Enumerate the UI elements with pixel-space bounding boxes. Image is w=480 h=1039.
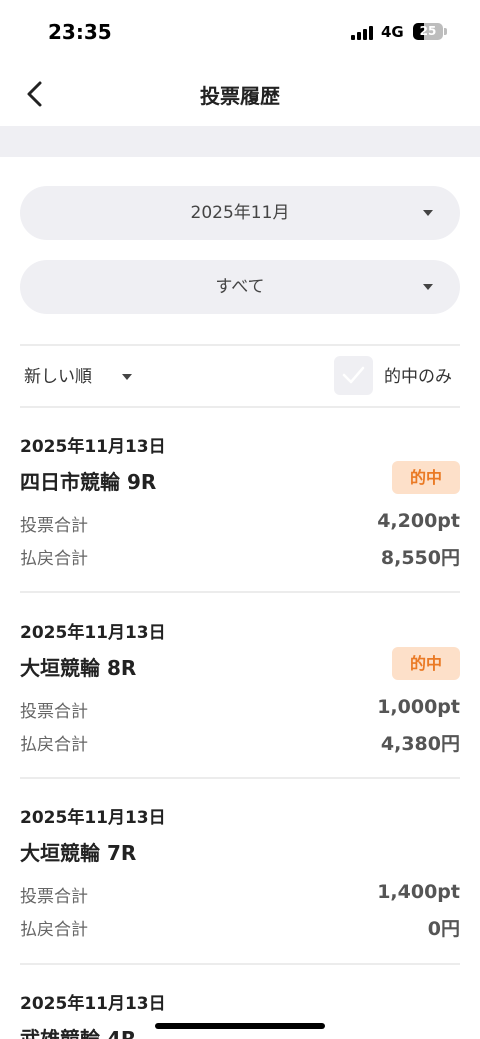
hit-only-label: 的中のみ (384, 367, 452, 387)
bet-total-label: 投票合計 (20, 516, 88, 536)
bet-total-label: 投票合計 (20, 887, 88, 907)
payout-total-label: 払戻合計 (20, 735, 88, 755)
card-date: 2025年11月13日 (20, 994, 166, 1014)
divider (20, 406, 460, 408)
payout-total-label: 払戻合計 (20, 549, 88, 569)
bet-total-value: 4,200pt (377, 510, 460, 532)
hit-badge: 的中 (392, 461, 460, 494)
history-card[interactable]: 2025年11月13日 武雄競輪 4R (20, 989, 460, 1039)
status-bar: 23:35 4G 25 (0, 0, 480, 62)
hit-only-checkbox[interactable] (334, 356, 373, 395)
card-date: 2025年11月13日 (20, 437, 166, 457)
divider (20, 777, 460, 779)
divider (20, 591, 460, 593)
history-card[interactable]: 2025年11月13日 大垣競輪 8R 的中 投票合計 1,000pt 払戻合計… (20, 618, 460, 758)
signal-icon (351, 26, 375, 40)
battery-icon: 25 (413, 23, 443, 40)
payout-total-value: 0円 (427, 918, 460, 940)
card-date: 2025年11月13日 (20, 808, 166, 828)
category-select-value: すべて (215, 277, 265, 297)
sort-order-label: 新しい順 (24, 367, 92, 387)
battery-level: 25 (419, 24, 437, 38)
month-select-value: 2025年11月 (190, 203, 290, 223)
caret-down-icon (423, 210, 433, 216)
bet-total-value: 1,400pt (377, 881, 460, 903)
divider (20, 344, 460, 346)
page-title: 投票履歴 (200, 84, 280, 108)
caret-down-icon (423, 284, 433, 290)
nav-bar: 投票履歴 (0, 62, 480, 126)
card-race-name: 四日市競輪 9R (20, 470, 157, 494)
hit-badge: 的中 (392, 647, 460, 680)
bet-total-label: 投票合計 (20, 702, 88, 722)
card-race-name: 武雄競輪 4R (20, 1027, 137, 1039)
caret-down-icon (122, 374, 132, 380)
card-race-name: 大垣競輪 8R (20, 656, 137, 680)
card-date: 2025年11月13日 (20, 623, 166, 643)
home-indicator (155, 1023, 325, 1029)
payout-total-value: 4,380円 (380, 733, 460, 755)
status-time: 23:35 (48, 20, 112, 44)
history-card[interactable]: 2025年11月13日 四日市競輪 9R 的中 投票合計 4,200pt 払戻合… (20, 432, 460, 572)
payout-total-label: 払戻合計 (20, 920, 88, 940)
divider (20, 963, 460, 965)
sort-order-dropdown[interactable]: 新しい順 (24, 362, 132, 392)
check-icon (342, 366, 365, 384)
battery-cap (444, 28, 447, 35)
bet-total-value: 1,000pt (377, 696, 460, 718)
history-card[interactable]: 2025年11月13日 大垣競輪 7R 投票合計 1,400pt 払戻合計 0円 (20, 803, 460, 943)
card-race-name: 大垣競輪 7R (20, 841, 137, 865)
header-separator-band (0, 126, 480, 157)
month-select[interactable]: 2025年11月 (20, 186, 460, 240)
payout-total-value: 8,550円 (380, 547, 460, 569)
network-type: 4G (381, 23, 404, 41)
category-select[interactable]: すべて (20, 260, 460, 314)
